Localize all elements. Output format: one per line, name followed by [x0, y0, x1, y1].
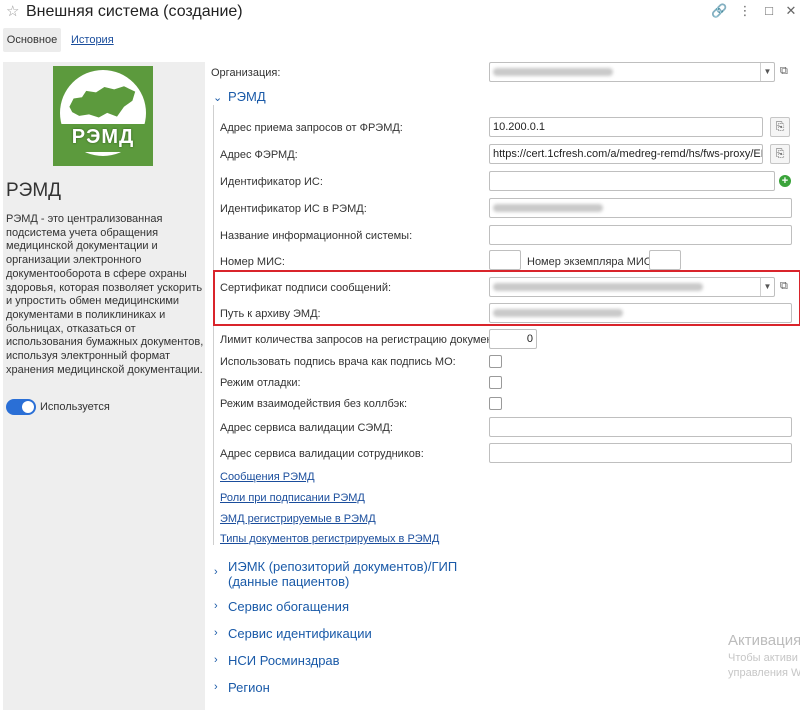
is-id-remd-value-blurred: [493, 204, 603, 213]
is-id-input[interactable]: [489, 171, 775, 191]
link-emd-registered[interactable]: ЭМД регистрируемые в РЭМД: [220, 513, 376, 525]
staff-validation-input[interactable]: [489, 443, 792, 463]
section-region[interactable]: Регион: [228, 680, 270, 695]
window-title: Внешняя система (создание): [26, 3, 243, 20]
section-iemk[interactable]: ИЭМК (репозиторий документов)/ГИП (данны…: [228, 559, 508, 589]
limit-input[interactable]: 0: [489, 329, 537, 349]
mis-number-label: Номер МИС:: [220, 256, 285, 268]
use-doctor-sign-label: Использовать подпись врача как подпись М…: [220, 356, 456, 368]
is-id-remd-label: Идентификатор ИС в РЭМД:: [220, 203, 367, 215]
is-id-remd-input[interactable]: [489, 198, 792, 218]
is-name-label: Название информационной системы:: [220, 230, 413, 242]
archive-value-blurred: [493, 309, 623, 318]
cert-value-blurred: [493, 283, 703, 292]
chevron-right-icon[interactable]: ›: [214, 566, 218, 578]
section-enrichment[interactable]: Сервис обогащения: [228, 599, 349, 614]
org-select[interactable]: ▼: [489, 62, 775, 82]
link-doc-types[interactable]: Типы документов регистрируемых в РЭМД: [220, 533, 439, 545]
mis-instance-label: Номер экземпляра МИС:: [527, 256, 655, 268]
addr-requests-input[interactable]: 10.200.0.1: [489, 117, 763, 137]
star-icon[interactable]: ☆: [6, 2, 19, 20]
used-toggle-label: Используется: [40, 401, 110, 413]
close-icon[interactable]: ✕: [783, 3, 799, 19]
is-id-label: Идентификатор ИС:: [220, 176, 323, 188]
staff-validation-label: Адрес сервиса валидации сотрудников:: [220, 448, 424, 460]
russia-map-icon: [69, 86, 136, 118]
paste-button-icon[interactable]: ⎘: [770, 144, 790, 164]
open-icon[interactable]: ⧉: [780, 280, 788, 293]
addr-fremd-label: Адрес ФЭРМД:: [220, 149, 298, 161]
chevron-right-icon[interactable]: ›: [214, 681, 218, 693]
section-nsi[interactable]: НСИ Росминздрав: [228, 653, 340, 668]
toggle-knob: [22, 401, 34, 413]
limit-label: Лимит количества запросов на регистрацию…: [220, 334, 513, 346]
panel-description: РЭМД - это централизованная подсистема у…: [6, 213, 204, 376]
addr-requests-label: Адрес приема запросов от ФРЭМД:: [220, 122, 403, 134]
section-remd[interactable]: РЭМД: [228, 89, 266, 104]
add-icon[interactable]: +: [779, 175, 791, 187]
activation-watermark-line: управления W: [728, 667, 800, 679]
link-remd-roles[interactable]: Роли при подписании РЭМД: [220, 492, 365, 504]
semd-validation-label: Адрес сервиса валидации СЭМД:: [220, 422, 393, 434]
activation-watermark-title: Активация: [728, 632, 800, 649]
cert-label: Сертификат подписи сообщений:: [220, 282, 392, 294]
link-icon[interactable]: 🔗: [711, 3, 727, 19]
is-name-input[interactable]: [489, 225, 792, 245]
cert-select[interactable]: ▼: [489, 277, 775, 297]
org-label: Организация:: [211, 67, 281, 79]
activation-watermark-line: Чтобы активи: [728, 652, 798, 664]
link-remd-messages[interactable]: Сообщения РЭМД: [220, 471, 315, 483]
debug-label: Режим отладки:: [220, 377, 301, 389]
paste-button-icon[interactable]: ⎘: [770, 117, 790, 137]
section-identification[interactable]: Сервис идентификации: [228, 626, 372, 641]
remd-logo: РЭМД: [53, 66, 153, 166]
semd-validation-input[interactable]: [489, 417, 792, 437]
maximize-icon[interactable]: □: [761, 3, 777, 18]
open-icon[interactable]: ⧉: [780, 65, 788, 78]
panel-heading: РЭМД: [6, 180, 62, 201]
chevron-right-icon[interactable]: ›: [214, 654, 218, 666]
debug-checkbox[interactable]: [489, 376, 502, 389]
addr-fremd-input[interactable]: https://cert.1cfresh.com/a/medreg-remd/h…: [489, 144, 763, 164]
tab-history[interactable]: История: [71, 34, 114, 46]
chevron-right-icon[interactable]: ›: [214, 600, 218, 612]
chevron-right-icon[interactable]: ›: [214, 627, 218, 639]
no-callback-checkbox[interactable]: [489, 397, 502, 410]
logo-circle: РЭМД: [60, 70, 146, 156]
org-value-blurred: [493, 68, 613, 77]
dropdown-arrow-icon[interactable]: ▼: [760, 278, 774, 296]
mis-number-input[interactable]: [489, 250, 521, 270]
dropdown-arrow-icon[interactable]: ▼: [760, 63, 774, 81]
more-icon[interactable]: ⋮: [737, 3, 753, 19]
archive-input[interactable]: [489, 303, 792, 323]
tab-main[interactable]: Основное: [3, 28, 61, 52]
chevron-down-icon[interactable]: ⌄: [213, 91, 222, 104]
use-doctor-sign-checkbox[interactable]: [489, 355, 502, 368]
mis-instance-input[interactable]: [649, 250, 681, 270]
no-callback-label: Режим взаимодействия без коллбэк:: [220, 398, 408, 410]
used-toggle[interactable]: [6, 399, 36, 415]
logo-text: РЭМД: [71, 126, 135, 148]
archive-label: Путь к архиву ЭМД:: [220, 308, 321, 320]
